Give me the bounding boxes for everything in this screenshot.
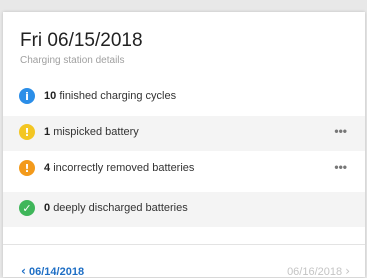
previous-day-label: 06/14/2018 — [29, 266, 85, 278]
footer-divider — [3, 244, 365, 245]
list-item-label: mispicked battery — [53, 126, 139, 138]
check-icon: ✓ — [19, 200, 35, 216]
page-subtitle: Charging station details — [20, 55, 125, 66]
count-value: 4 — [44, 162, 51, 174]
previous-day-link[interactable]: ‹ 06/14/2018 — [21, 264, 84, 278]
list-item-text: 1 mispicked battery — [44, 126, 139, 138]
card-header: Fri 06/15/2018 Charging station details — [20, 29, 143, 66]
count-value: 1 — [44, 126, 51, 138]
next-day-label: 06/16/2018 — [287, 266, 343, 278]
alert-icon: ! — [19, 160, 35, 176]
list-item-incorrectly-removed: ! 4 incorrectly removed batteries ••• — [3, 152, 365, 187]
warning-icon: ! — [19, 124, 35, 140]
list-item-label: finished charging cycles — [59, 90, 177, 102]
list-item-finished-cycles: i 10 finished charging cycles — [3, 80, 365, 115]
page-title: Fri 06/15/2018 — [20, 30, 143, 51]
chevron-left-icon: ‹ — [21, 264, 26, 278]
list-item-text: 10 finished charging cycles — [44, 90, 176, 102]
count-value: 10 — [44, 90, 57, 102]
chevron-right-icon: › — [345, 264, 350, 278]
list-item-mispicked-battery: ! 1 mispicked battery ••• — [3, 116, 365, 151]
more-options-button[interactable]: ••• — [334, 124, 347, 138]
more-options-button[interactable]: ••• — [334, 160, 347, 174]
list-item-label: incorrectly removed batteries — [53, 162, 195, 174]
list-item-deeply-discharged: ✓ 0 deeply discharged batteries — [3, 192, 365, 227]
count-value: 0 — [44, 202, 51, 214]
next-day-link: 06/16/2018 › — [287, 264, 350, 278]
info-icon: i — [19, 88, 35, 104]
list-item-label: deeply discharged batteries — [53, 202, 188, 214]
charging-station-card: Fri 06/15/2018 Charging station details … — [3, 12, 365, 278]
list-item-text: 4 incorrectly removed batteries — [44, 162, 194, 174]
list-item-text: 0 deeply discharged batteries — [44, 202, 188, 214]
